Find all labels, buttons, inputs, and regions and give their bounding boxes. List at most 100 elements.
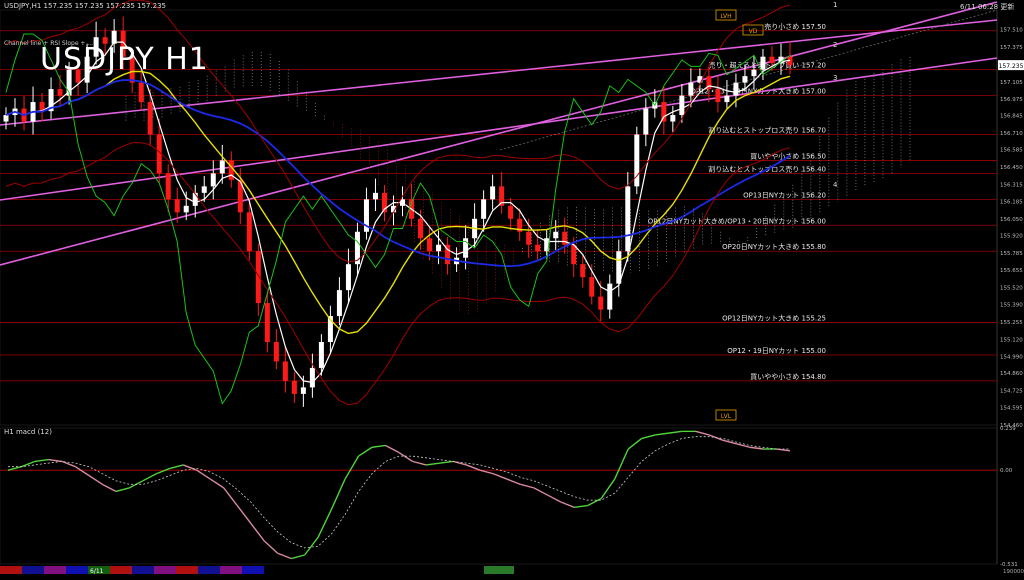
- candle-body: [165, 173, 171, 200]
- channel-number-label: 3: [833, 74, 837, 82]
- price-tick-label: 154.595: [1000, 405, 1023, 411]
- macd-main-segment: [358, 446, 373, 457]
- macd-main-segment: [493, 473, 508, 480]
- candle-body: [679, 95, 685, 116]
- macd-main-segment: [75, 466, 90, 477]
- candle-body: [724, 95, 730, 103]
- price-tick-label: 154.860: [1000, 371, 1023, 377]
- macd-main-segment: [250, 522, 265, 542]
- macd-main-segment: [614, 448, 629, 480]
- timebar-segment: [0, 566, 22, 574]
- candle-body: [210, 173, 216, 187]
- macd-main-segment: [749, 446, 764, 450]
- macd-main-segment: [520, 483, 535, 489]
- macd-main-segment: [695, 430, 710, 436]
- macd-main-segment: [560, 501, 575, 508]
- level-label: OP13日NYカット 156.20: [743, 191, 826, 199]
- timebar-marker: [484, 566, 514, 574]
- timebar-segment: [110, 566, 132, 574]
- macd-main-segment: [641, 434, 656, 440]
- macd-main-segment: [142, 473, 157, 482]
- candle-body: [751, 69, 757, 77]
- macd-main-segment: [290, 554, 305, 560]
- timebar-segment: [132, 566, 154, 574]
- candle-body: [733, 82, 739, 96]
- channel-number-label: 4: [833, 181, 838, 189]
- macd-main-segment: [263, 540, 279, 554]
- macd-main-segment: [34, 458, 49, 463]
- price-tick-label: 156.185: [1000, 199, 1023, 205]
- price-tick-label: 156.975: [1000, 97, 1023, 103]
- macd-main-segment: [330, 478, 346, 510]
- macd-main-segment: [655, 432, 669, 436]
- price-tick-label: 155.255: [1000, 320, 1023, 326]
- macd-main-segment: [587, 497, 602, 507]
- candle-body: [643, 108, 649, 135]
- candle-body: [336, 290, 342, 317]
- price-tick-label: 156.050: [1000, 217, 1023, 223]
- price-tick-label: 157.510: [1000, 27, 1023, 33]
- price-tick-label: 155.120: [1000, 337, 1023, 343]
- macd-main-segment: [102, 483, 117, 493]
- candle-body: [318, 342, 324, 368]
- level-label: OP12・19日NYカット 155.00: [727, 347, 826, 355]
- candle-body: [3, 115, 9, 122]
- macd-main-segment: [371, 444, 386, 448]
- macd-main-segment: [412, 460, 427, 466]
- candle-body: [309, 367, 315, 388]
- macd-main-segment: [627, 437, 643, 450]
- candle-body: [715, 89, 721, 103]
- macd-main-segment: [209, 478, 225, 489]
- candle-body: [264, 303, 270, 342]
- macd-main-segment: [398, 451, 413, 462]
- macd-main-segment: [223, 487, 238, 506]
- candle-body: [219, 160, 225, 174]
- level-label: OP12日NYカット大きめ 155.25: [722, 314, 826, 323]
- price-tick-label: 156.710: [1000, 131, 1023, 137]
- macd-main-segment: [115, 487, 130, 493]
- candle-body: [571, 244, 577, 265]
- macd-main-segment: [236, 505, 252, 524]
- macd-main-segment: [277, 552, 292, 560]
- level-label: 割り込むとストップロス売り 156.70: [708, 126, 826, 135]
- price-tick-label: 156.585: [1000, 147, 1023, 153]
- channel-number-label: 1: [833, 1, 837, 9]
- level-label: 売り小さめ 157.50: [764, 22, 826, 31]
- timebar-segment: [242, 566, 264, 574]
- marker-box-label: VD: [749, 28, 758, 35]
- macd-main-segment: [439, 460, 454, 464]
- macd-tick-label: 0.239: [1000, 426, 1016, 432]
- macd-main-segment: [88, 474, 103, 485]
- candle-body: [300, 387, 306, 394]
- candle-body: [580, 264, 586, 278]
- update-datetime: 6/11 06:28 更新: [960, 3, 1015, 11]
- price-tick-label: 154.725: [1000, 389, 1023, 395]
- macd-main-segment: [156, 467, 171, 475]
- macd-main-segment: [425, 462, 440, 466]
- candle-body: [769, 56, 775, 64]
- price-tick-label: 157.375: [1000, 45, 1023, 51]
- candle-body: [138, 82, 144, 103]
- symbol-info: USDJPY,H1 157.235 157.235 157.235 157.23…: [4, 2, 166, 10]
- candle-body: [201, 186, 207, 193]
- macd-main-segment: [7, 466, 22, 471]
- timebar-segment: [154, 566, 176, 574]
- chart-root: 157.510157.375157.240157.105156.975156.8…: [0, 0, 1024, 576]
- price-tick-label: 155.920: [1000, 234, 1023, 240]
- candle-body: [183, 205, 189, 213]
- price-tick-label: 155.785: [1000, 251, 1023, 257]
- macd-main-segment: [668, 430, 683, 434]
- price-tick-label: 156.450: [1000, 165, 1023, 171]
- timebar-right-label: 190000: [1003, 569, 1024, 575]
- timebar-segment: [176, 566, 198, 574]
- current-price-label: 157.235: [999, 63, 1024, 70]
- timebar-segment: [22, 566, 44, 574]
- macd-main-segment: [344, 455, 360, 480]
- level-label: OP20日NYカット大きめ 155.80: [722, 242, 826, 251]
- macd-main-segment: [479, 469, 494, 475]
- price-tick-label: 156.315: [1000, 182, 1023, 188]
- candle-body: [526, 231, 532, 245]
- candle-body: [255, 251, 261, 304]
- candle-body: [553, 231, 559, 239]
- candle-body: [760, 56, 766, 70]
